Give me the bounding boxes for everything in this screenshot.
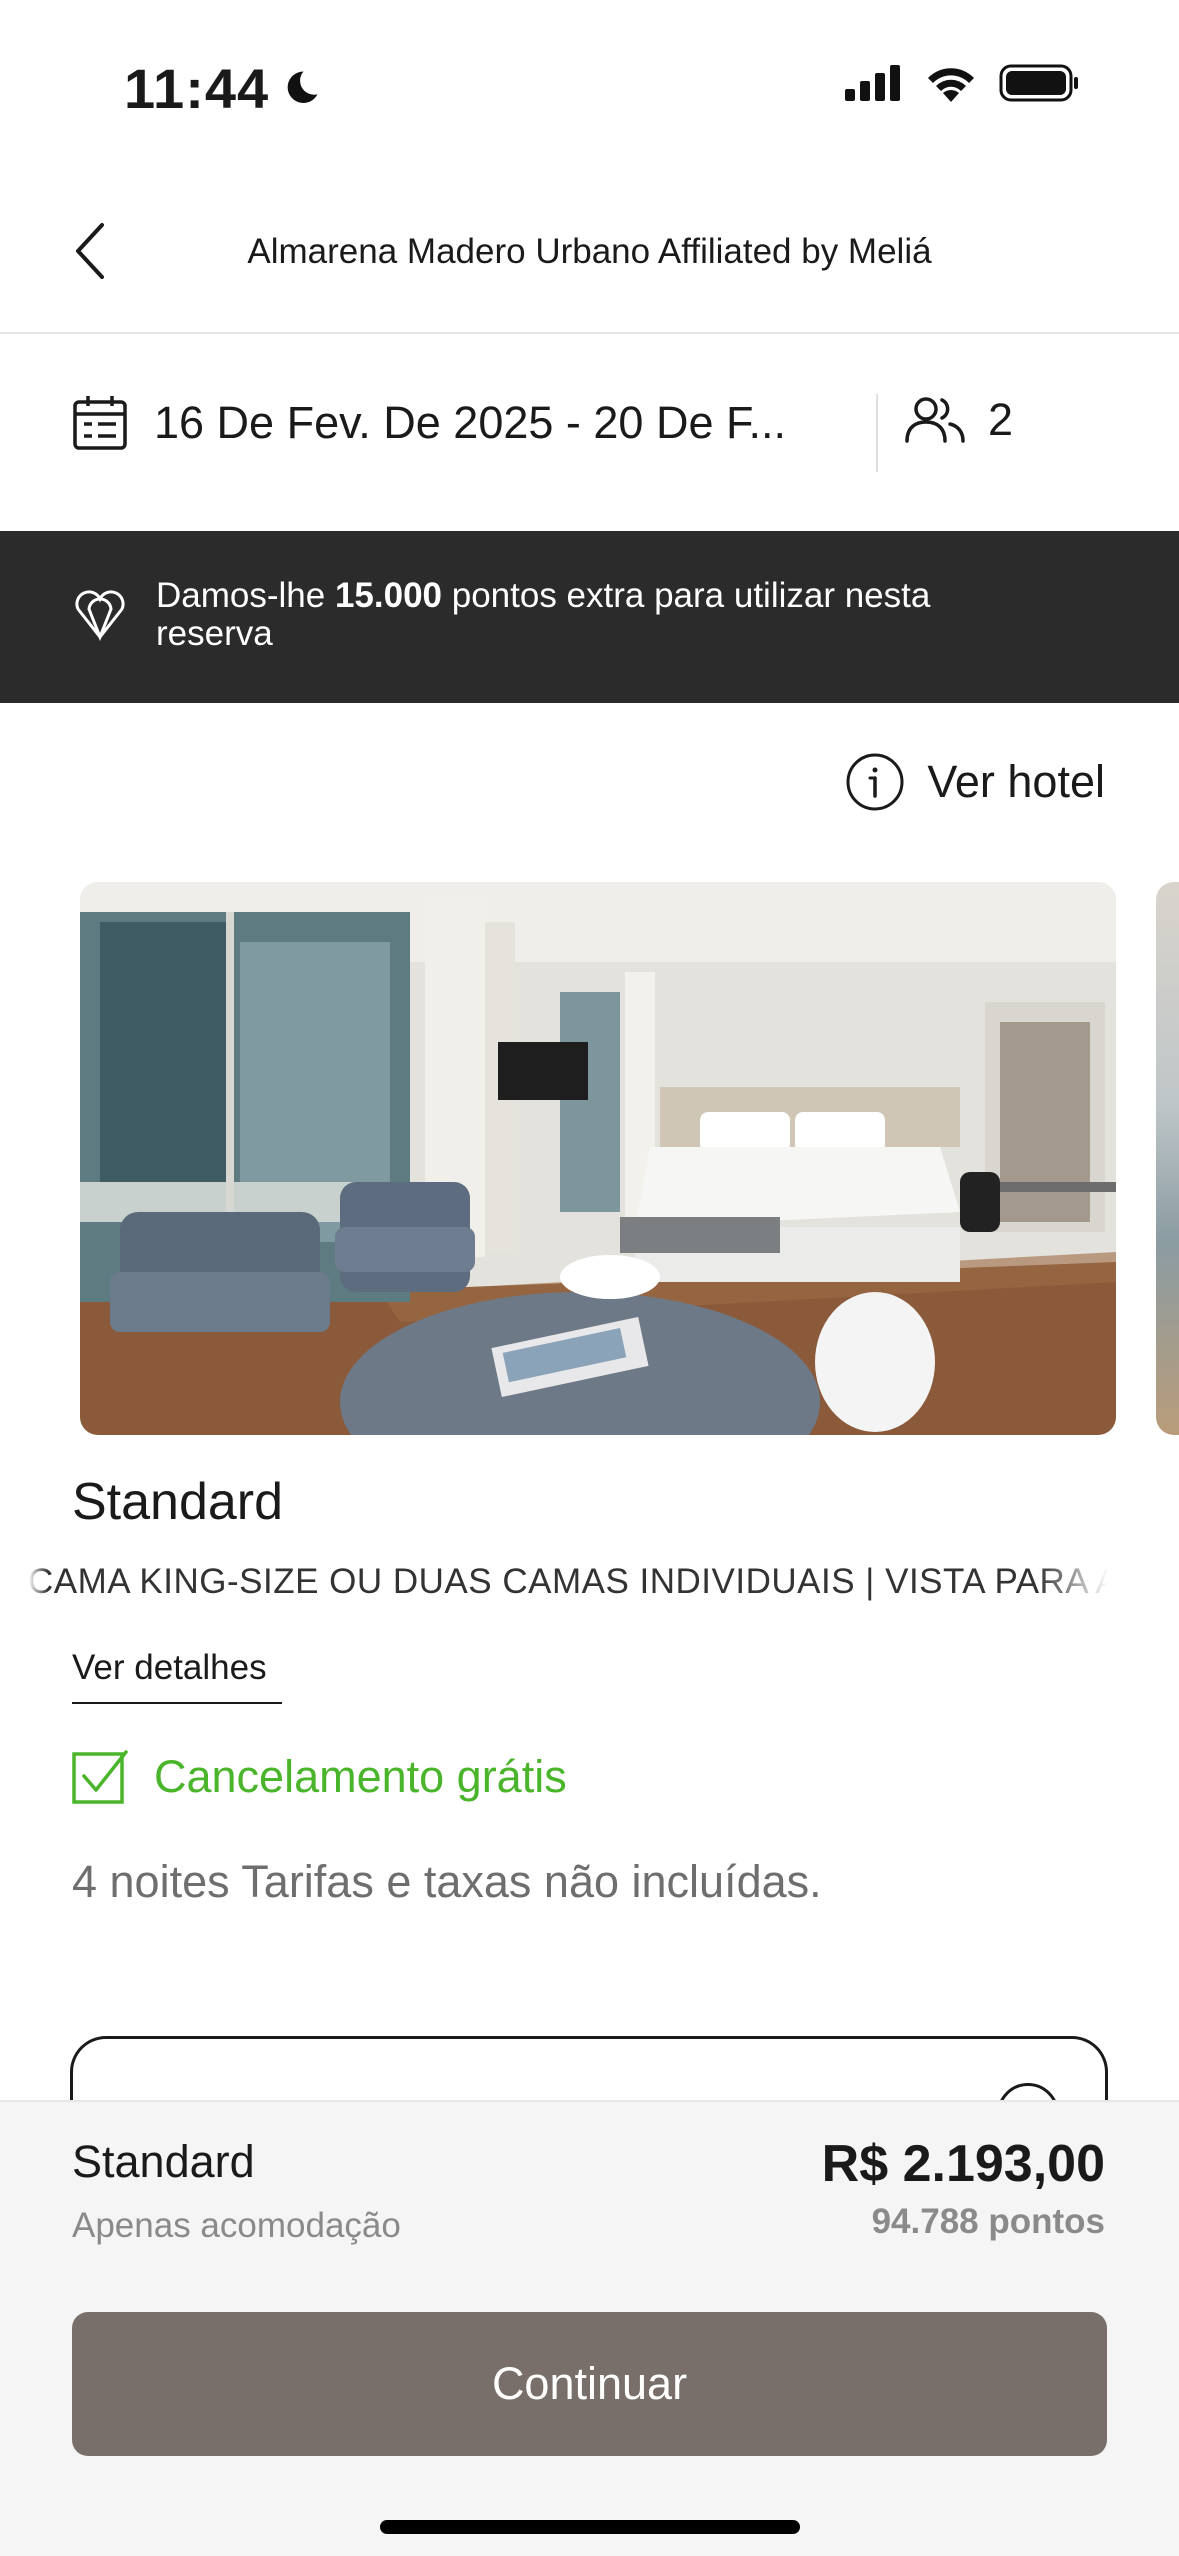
divider xyxy=(876,394,878,472)
status-icons xyxy=(845,64,1079,102)
dates-selector[interactable]: 16 De Fev. De 2025 - 20 De F... xyxy=(72,394,786,452)
points-promo-banner: Damos-lhe 15.000 pontos extra para utili… xyxy=(0,531,1179,703)
promo-text-before: Damos-lhe xyxy=(156,576,335,615)
calendar-icon xyxy=(73,396,127,450)
info-icon xyxy=(846,753,904,811)
guests-selector[interactable]: 2 xyxy=(904,394,1013,446)
free-cancellation: Cancelamento grátis xyxy=(72,1748,567,1806)
status-time-label: 11:44 xyxy=(124,57,270,120)
home-indicator[interactable] xyxy=(380,2520,800,2534)
moon-icon xyxy=(287,70,318,103)
cellular-signal-icon xyxy=(845,65,900,101)
room-photo[interactable] xyxy=(80,882,1116,1435)
nights-note: 4 noites Tarifas e taxas não incluídas. xyxy=(72,1856,822,1907)
total-points: 94.788 pontos xyxy=(871,2202,1105,2241)
booking-summary-bar: Standard Apenas acomodação R$ 2.193,00 9… xyxy=(0,2100,1179,2556)
guests-icon xyxy=(905,397,965,443)
room-features: CAMA KING-SIZE OU DUAS CAMAS INDIVIDUAIS… xyxy=(28,1562,1108,1601)
promo-points: 15.000 xyxy=(334,576,443,615)
selected-room-name: Standard xyxy=(72,2136,255,2187)
next-room-photo-peek[interactable] xyxy=(1156,882,1179,1435)
search-summary: 16 De Fev. De 2025 - 20 De F... 2 xyxy=(0,336,1179,531)
melia-logo-icon xyxy=(75,590,125,641)
cancellation-label: Cancelamento grátis xyxy=(154,1751,567,1802)
status-time: 11:44 xyxy=(124,56,321,121)
room-name: Standard xyxy=(72,1473,284,1531)
continue-button[interactable]: Continuar xyxy=(72,2312,1107,2456)
top-nav-header: Almarena Madero Urbano Affiliated by Mel… xyxy=(0,170,1179,334)
promo-text: Damos-lhe 15.000 pontos extra para utili… xyxy=(156,577,976,653)
checkbox-check-icon xyxy=(72,1750,128,1804)
selected-room-plan: Apenas acomodação xyxy=(72,2206,401,2245)
status-bar: 11:44 xyxy=(0,0,1179,170)
dates-label: 16 De Fev. De 2025 - 20 De F... xyxy=(154,397,786,448)
total-price: R$ 2.193,00 xyxy=(821,2135,1105,2193)
room-photo-illustration xyxy=(80,882,1116,1435)
view-hotel-label: Ver hotel xyxy=(927,756,1105,807)
view-details-link[interactable]: Ver detalhes xyxy=(72,1648,282,1704)
battery-icon xyxy=(999,64,1078,102)
hotel-title: Almarena Madero Urbano Affiliated by Mel… xyxy=(247,232,932,271)
guests-count: 2 xyxy=(988,394,1014,445)
view-hotel-link[interactable]: Ver hotel xyxy=(845,752,1105,812)
wifi-icon xyxy=(928,68,974,102)
